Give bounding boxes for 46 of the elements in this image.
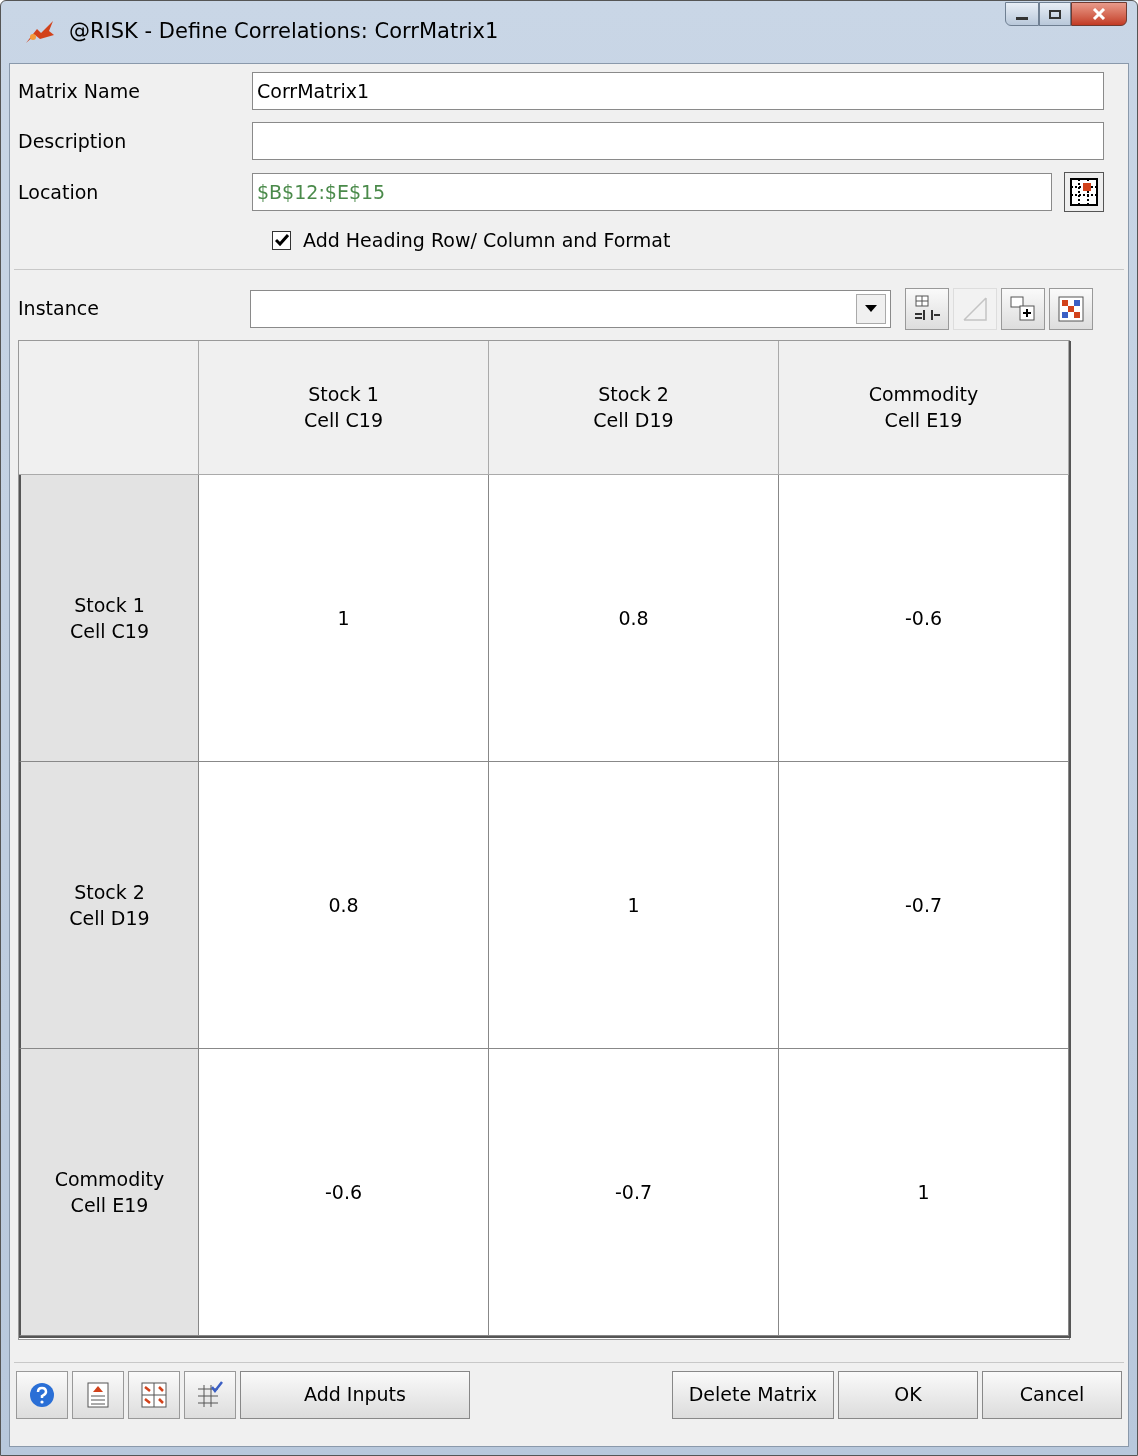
field-label: Description xyxy=(18,128,128,154)
table-cell[interactable]: 1 xyxy=(917,1178,930,1205)
toolbar-button[interactable] xyxy=(1049,287,1093,330)
input-field[interactable] xyxy=(252,122,1104,160)
checkbox-label: Add Heading Row/ Column and Format xyxy=(303,228,671,253)
dialog-button[interactable]: Add Inputs xyxy=(240,1370,470,1419)
grid-icon xyxy=(1069,177,1099,207)
row-header: Stock 2 Cell D19 xyxy=(69,879,150,931)
table-add-icon xyxy=(1008,293,1038,324)
table-cell[interactable]: -0.6 xyxy=(904,604,943,631)
row-header: Commodity Cell E19 xyxy=(54,1166,165,1218)
table-cell[interactable]: 1 xyxy=(337,604,350,631)
field-label: Matrix Name xyxy=(18,78,141,104)
check-icon xyxy=(274,234,289,247)
column-header: Commodity Cell E19 xyxy=(868,382,979,433)
row-header: Stock 1 Cell C19 xyxy=(70,592,149,644)
heatmap-icon xyxy=(1056,293,1086,324)
table-cell[interactable]: 0.8 xyxy=(618,604,649,631)
table-cell[interactable]: -0.7 xyxy=(904,891,943,918)
field-label: Instance xyxy=(18,296,100,322)
grid-check-icon xyxy=(196,1380,224,1409)
toolbar-button[interactable] xyxy=(905,287,949,330)
table-cell[interactable]: 0.8 xyxy=(328,891,359,918)
close-button[interactable] xyxy=(1071,2,1127,26)
input-field[interactable]: CorrMatrix1 xyxy=(252,72,1104,110)
column-header: Stock 2 Cell D19 xyxy=(593,382,674,433)
input-field[interactable]: $B$12:$E$15 xyxy=(252,173,1052,211)
help-icon xyxy=(29,1381,55,1408)
minimize-button[interactable] xyxy=(1005,2,1039,26)
document-icon xyxy=(85,1380,111,1409)
dialog-button[interactable]: Delete Matrix xyxy=(671,1370,834,1419)
range-select-button[interactable] xyxy=(1064,172,1104,212)
swap-grid-icon xyxy=(140,1380,168,1409)
column-header: Stock 1 Cell C19 xyxy=(304,382,383,433)
close-icon xyxy=(1092,8,1106,20)
maximize-button[interactable] xyxy=(1039,2,1071,26)
dropdown[interactable] xyxy=(250,289,891,328)
checkbox[interactable] xyxy=(272,230,291,250)
window-title: @RISK - Define Correlations: CorrMatrix1 xyxy=(69,18,499,46)
table-cell[interactable]: 1 xyxy=(627,891,640,918)
caret-icon xyxy=(865,304,877,313)
dialog-button[interactable]: OK xyxy=(838,1370,978,1419)
table-cell[interactable]: -0.6 xyxy=(324,1178,363,1205)
field-label: Location xyxy=(18,179,100,205)
table-cell[interactable]: -0.7 xyxy=(614,1178,653,1205)
dialog-button[interactable]: Cancel xyxy=(982,1370,1122,1419)
